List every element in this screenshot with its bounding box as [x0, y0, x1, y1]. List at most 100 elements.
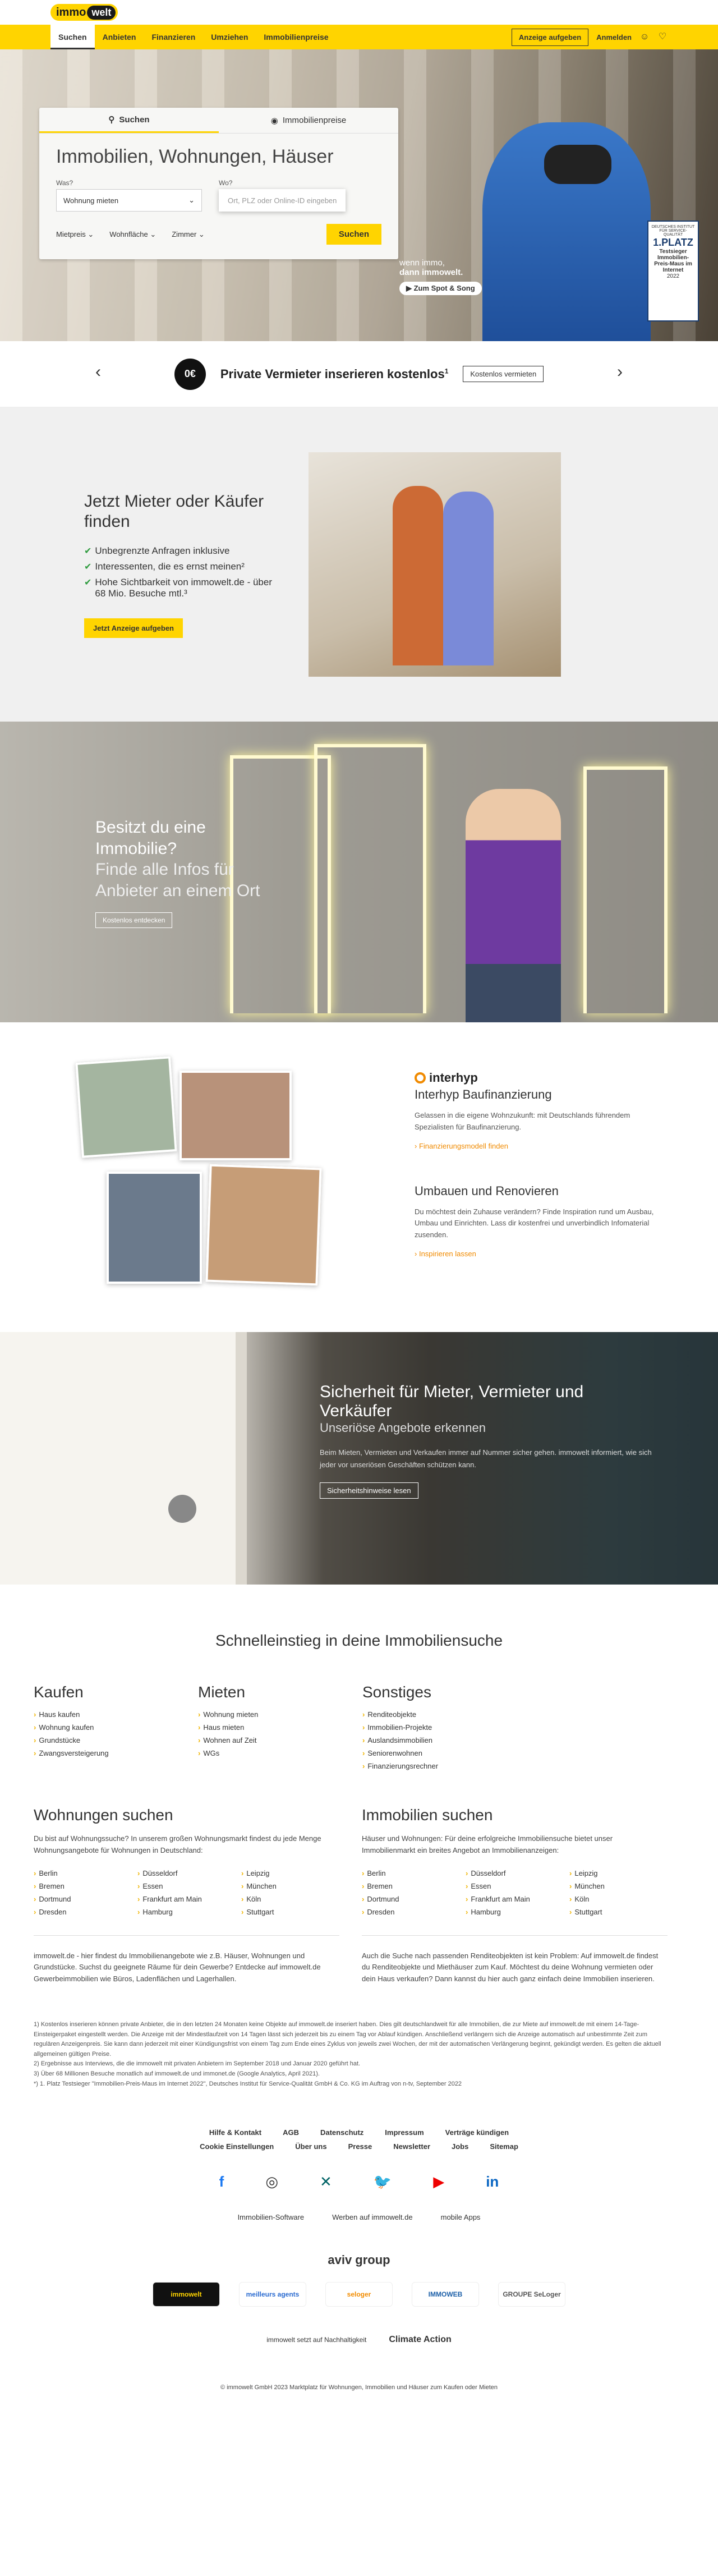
user-icon[interactable]: ☺	[639, 32, 650, 42]
kostenlos-vermieten-button[interactable]: Kostenlos vermieten	[463, 366, 544, 382]
city-link[interactable]: Frankfurt am Main	[466, 1895, 564, 1903]
city-link[interactable]: Stuttgart	[241, 1908, 339, 1916]
city-link[interactable]: Köln	[569, 1895, 668, 1903]
city-link[interactable]: Leipzig	[569, 1869, 668, 1877]
brand-logo[interactable]: meilleurs agents	[239, 2282, 306, 2307]
quick-link[interactable]: WGs	[198, 1749, 362, 1757]
city-link[interactable]: Berlin	[34, 1869, 132, 1877]
city-link[interactable]: Essen	[137, 1882, 236, 1890]
tab-suchen[interactable]: ⚲ Suchen	[39, 108, 219, 133]
anzeige-aufgeben-button[interactable]: Anzeige aufgeben	[511, 28, 589, 46]
quick-link[interactable]: Auslandsimmobilien	[362, 1736, 527, 1744]
kostenlos-entdecken-button[interactable]: Kostenlos entdecken	[95, 912, 173, 928]
city-link[interactable]: Bremen	[362, 1882, 460, 1890]
door-image	[0, 1332, 247, 1585]
spot-song-button[interactable]: ▶ Zum Spot & Song	[399, 282, 482, 295]
footer-link[interactable]: Impressum	[385, 2128, 424, 2137]
quick-link[interactable]: Finanzierungsrechner	[362, 1762, 527, 1770]
city-link[interactable]: Düsseldorf	[137, 1869, 236, 1877]
inspirieren-link[interactable]: › Inspirieren lassen	[415, 1250, 476, 1258]
promo-line1: wenn immo,	[399, 258, 445, 268]
city-link[interactable]: Dortmund	[362, 1895, 460, 1903]
city-link[interactable]: Frankfurt am Main	[137, 1895, 236, 1903]
linkedin-icon[interactable]: in	[486, 2173, 499, 2191]
footer-sublink[interactable]: Immobilien-Software	[238, 2213, 305, 2221]
chevron-right-icon[interactable]: ›	[617, 362, 623, 382]
nav-immobilienpreise[interactable]: Immobilienpreise	[256, 25, 336, 49]
mieter-bullet: Interessenten, die es ernst meinen²	[84, 561, 275, 572]
quick-link[interactable]: Seniorenwohnen	[362, 1749, 527, 1757]
sicherheitshinweise-button[interactable]: Sicherheitshinweise lesen	[320, 1482, 418, 1499]
nav-anbieten[interactable]: Anbieten	[95, 25, 144, 49]
city-link[interactable]: Dortmund	[34, 1895, 132, 1903]
city-link[interactable]: Berlin	[362, 1869, 460, 1877]
footer-link[interactable]: Hilfe & Kontakt	[209, 2128, 261, 2137]
footer-link[interactable]: Presse	[348, 2142, 372, 2151]
filter-zimmer[interactable]: Zimmer ⌄	[172, 230, 205, 239]
footer-link[interactable]: Verträge kündigen	[445, 2128, 509, 2137]
tab-immobilienpreise[interactable]: ◉ Immobilienpreise	[219, 108, 398, 133]
city-link[interactable]: Dresden	[34, 1908, 132, 1916]
quick-link[interactable]: Wohnen auf Zeit	[198, 1736, 362, 1744]
footer-link[interactable]: Cookie Einstellungen	[200, 2142, 274, 2151]
instagram-icon[interactable]: ◎	[265, 2173, 278, 2191]
footer-link[interactable]: Sitemap	[490, 2142, 518, 2151]
nav-suchen[interactable]: Suchen	[50, 25, 95, 49]
city-link[interactable]: Hamburg	[466, 1908, 564, 1916]
inspirieren-label: Inspirieren lassen	[418, 1249, 476, 1258]
city-link[interactable]: Hamburg	[137, 1908, 236, 1916]
youtube-icon[interactable]: ▶	[433, 2173, 444, 2191]
quick-link[interactable]: Haus kaufen	[34, 1710, 198, 1719]
twitter-icon[interactable]: 🐦	[374, 2173, 392, 2191]
was-select[interactable]: Wohnung mieten ⌄	[56, 189, 202, 212]
immowelt-logo[interactable]: immo welt	[50, 4, 118, 21]
collage-photo	[180, 1071, 292, 1160]
brand-logo[interactable]: immowelt	[153, 2282, 220, 2307]
anmelden-link[interactable]: Anmelden	[596, 33, 632, 42]
quick-link[interactable]: Immobilien-Projekte	[362, 1723, 527, 1732]
wo-input[interactable]: Ort, PLZ oder Online-ID eingeben	[219, 189, 346, 212]
brand-logo[interactable]: GROUPE SeLoger	[498, 2282, 565, 2307]
city-link[interactable]: Stuttgart	[569, 1908, 668, 1916]
xing-icon[interactable]: ✕	[320, 2173, 332, 2191]
quick-section: Schnelleinstieg in deine Immobiliensuche…	[0, 1585, 718, 2128]
quick-link[interactable]: Wohnung kaufen	[34, 1723, 198, 1732]
footer-sublink[interactable]: mobile Apps	[441, 2213, 481, 2221]
brand-logo[interactable]: seloger	[325, 2282, 393, 2307]
suchen-button[interactable]: Suchen	[326, 224, 381, 245]
seal-body: Testsieger Immobilien-Preis-Maus im Inte…	[654, 249, 692, 273]
footer-link[interactable]: Newsletter	[393, 2142, 430, 2151]
collage-photo	[205, 1164, 322, 1286]
jetzt-anzeige-aufgeben-button[interactable]: Jetzt Anzeige aufgeben	[84, 618, 183, 638]
finanzierungsmodell-link[interactable]: › Finanzierungsmodell finden	[415, 1142, 508, 1150]
footer-link[interactable]: Jobs	[452, 2142, 468, 2151]
footer-sublink[interactable]: Werben auf immowelt.de	[332, 2213, 413, 2221]
facebook-icon[interactable]: f	[219, 2173, 224, 2191]
quick-link[interactable]: Grundstücke	[34, 1736, 198, 1744]
quick-link[interactable]: Haus mieten	[198, 1723, 362, 1732]
quick-link[interactable]: Wohnung mieten	[198, 1710, 362, 1719]
footer-link[interactable]: Über uns	[295, 2142, 326, 2151]
city-link[interactable]: Bremen	[34, 1882, 132, 1890]
city-link[interactable]: Essen	[466, 1882, 564, 1890]
seal-top: DEUTSCHES INSTITUT FÜR SERVICE-QUALITÄT	[651, 225, 695, 237]
filter-wohnflaeche[interactable]: Wohnfläche ⌄	[109, 230, 156, 239]
chevron-left-icon[interactable]: ‹	[95, 362, 101, 382]
footer-link[interactable]: AGB	[283, 2128, 299, 2137]
filter-mietpreis[interactable]: Mietpreis ⌄	[56, 230, 94, 239]
city-link[interactable]: Leipzig	[241, 1869, 339, 1877]
city-link[interactable]: München	[569, 1882, 668, 1890]
wohnungen-title: Wohnungen suchen	[34, 1806, 173, 1824]
nav-umziehen[interactable]: Umziehen	[203, 25, 256, 49]
heart-icon[interactable]: ♡	[657, 32, 668, 42]
city-link[interactable]: Köln	[241, 1895, 339, 1903]
city-link[interactable]: München	[241, 1882, 339, 1890]
footer-link[interactable]: Datenschutz	[320, 2128, 363, 2137]
city-link[interactable]: Dresden	[362, 1908, 460, 1916]
quick-link[interactable]: Renditeobjekte	[362, 1710, 527, 1719]
brand-logo[interactable]: IMMOWEB	[412, 2282, 479, 2307]
nav-finanzieren[interactable]: Finanzieren	[144, 25, 203, 49]
city-link[interactable]: Düsseldorf	[466, 1869, 564, 1877]
quick-link[interactable]: Zwangsversteigerung	[34, 1749, 198, 1757]
mieter-bullet: Unbegrenzte Anfragen inklusive	[84, 545, 275, 557]
